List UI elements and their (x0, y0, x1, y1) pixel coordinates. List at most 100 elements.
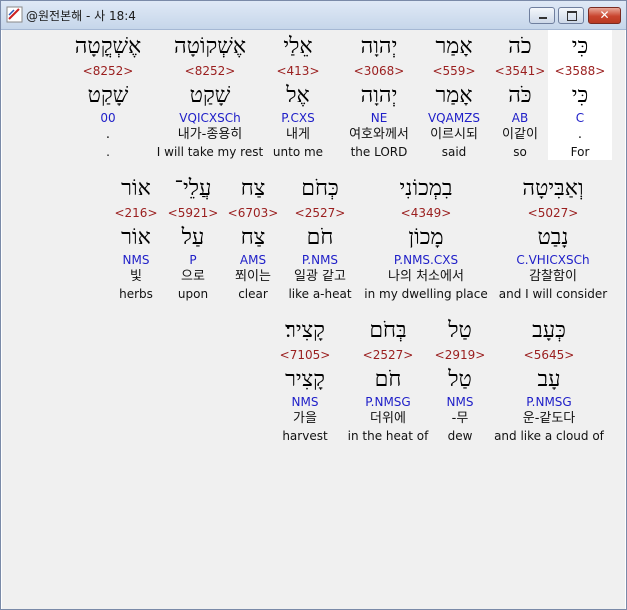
word-cell[interactable]: כְּעָב <5645> עָב P.NMSG 운-같도다 and like … (489, 314, 609, 444)
korean-gloss: 더위에 (370, 411, 406, 426)
korean-gloss: 빛 (130, 269, 142, 284)
lexical-form: עַל (181, 225, 205, 250)
korean-gloss: 운-같도다 (522, 411, 576, 426)
strong-number[interactable]: <2527> (344, 346, 432, 364)
hebrew-word: יְהוָה (360, 34, 398, 59)
strong-number[interactable]: <5027> (494, 204, 612, 222)
maximize-button[interactable] (558, 7, 584, 24)
word-cell[interactable]: וְאַבִּיטָה <5027> נָבַט C.VHICXSCh 감찰함이… (494, 172, 612, 302)
hebrew-word: כְּעָב (532, 318, 566, 343)
morphology-code: NMS (291, 395, 319, 409)
hebrew-word: אֶשְׁקֳטָה (74, 34, 142, 59)
morphology-code: P.NMSG (365, 395, 411, 409)
word-cell[interactable]: טַל <2919> טַל NMS -무 dew (427, 314, 493, 444)
word-cell[interactable]: כִּי <3588> כִּי C . For (548, 30, 612, 160)
strong-number[interactable]: <6703> (221, 204, 285, 222)
word-cell[interactable]: עֲלֵי־ <5921> עַל P 으로 upon (159, 172, 227, 302)
english-gloss: . (106, 145, 110, 159)
strong-number[interactable]: <3588> (548, 62, 612, 80)
korean-gloss: 나의 처소에서 (388, 269, 464, 284)
morphology-code: P.NMSG (526, 395, 572, 409)
strong-number[interactable]: <7105> (269, 346, 341, 364)
morphology-code: C.VHICXSCh (516, 253, 590, 267)
lexical-form: כִּי (571, 83, 589, 108)
strong-number[interactable]: <216> (107, 204, 165, 222)
morphology-code: NMS (122, 253, 150, 267)
korean-gloss: 감찰함이 (529, 269, 577, 284)
strong-number[interactable]: <2527> (275, 204, 365, 222)
english-gloss: and I will consider (498, 287, 608, 301)
english-gloss: in the heat of (347, 429, 429, 443)
word-cell[interactable]: צַח <6703> צַח AMS 쬐이는 clear (221, 172, 285, 302)
hebrew-word: כִּי (571, 34, 589, 59)
lexical-form: קָצִיר (285, 367, 325, 392)
strong-number[interactable]: <5645> (489, 346, 609, 364)
lexical-form: חֹם (306, 225, 334, 250)
word-cell[interactable]: בְּחֹם <2527> חֹם P.NMSG 더위에 in the heat… (344, 314, 432, 444)
lexical-form: שָׁקַט (189, 83, 231, 108)
word-cell[interactable]: יְהוָה <3068> יְהוָה NE 여호와께서 the LORD (332, 30, 426, 160)
word-cell[interactable]: אֵלַי <413> אֶל P.CXS 내게 unto me (258, 30, 338, 160)
english-gloss: unto me (272, 145, 324, 159)
morphology-code: P (189, 253, 197, 267)
hebrew-word: אֶשְׁקוֹטָה (173, 34, 247, 59)
strong-number[interactable]: <5921> (159, 204, 227, 222)
minimize-button[interactable] (529, 7, 555, 24)
english-gloss: I will take my rest (156, 145, 264, 159)
hebrew-word: כְּחֹם (301, 176, 339, 201)
lexical-form: אֶל (286, 83, 310, 108)
interlinear-view[interactable]: כִּי <3588> כִּי C . For כֹה <3541> כֹּה… (2, 30, 625, 609)
morphology-code: AMS (239, 253, 267, 267)
korean-gloss: 일광 같고 (294, 269, 346, 284)
close-button[interactable]: ✕ (588, 7, 621, 24)
window-title: @원전본해 - 사 18:4 (26, 9, 136, 23)
lexical-form: נָבַט (537, 225, 569, 250)
english-gloss: upon (177, 287, 209, 301)
hebrew-word: אֵלַי (283, 34, 313, 59)
morphology-code: 00 (100, 111, 116, 125)
english-gloss: herbs (119, 287, 153, 301)
hebrew-word: בְּחֹם (369, 318, 407, 343)
lexical-form: אוֹר (121, 225, 151, 250)
lexical-form: טַל (448, 367, 472, 392)
app-icon (6, 6, 23, 23)
word-cell[interactable]: בִמְכוֹנִי <4349> מָכוֹן P.NMS.CXS 나의 처소… (363, 172, 489, 302)
strong-number[interactable]: <8252> (151, 62, 269, 80)
korean-gloss: 내가-종용히 (177, 127, 243, 142)
strong-number[interactable]: <3068> (332, 62, 426, 80)
korean-gloss: 내게 (286, 127, 310, 142)
morphology-code: NMS (446, 395, 474, 409)
english-gloss: clear (238, 287, 268, 301)
morphology-code: C (575, 111, 585, 125)
korean-gloss: 으로 (181, 269, 205, 284)
word-cell[interactable]: כְּחֹם <2527> חֹם P.NMS 일광 같고 like a-hea… (275, 172, 365, 302)
strong-number[interactable]: <4349> (363, 204, 489, 222)
english-gloss: For (570, 145, 590, 159)
hebrew-word: טַל (448, 318, 472, 343)
english-gloss: the LORD (350, 145, 408, 159)
lexical-form: עָב (537, 367, 561, 392)
app-window: @원전본해 - 사 18:4 ✕ כִּי <3588> כִּי C . Fo… (0, 0, 627, 610)
english-gloss: harvest (282, 429, 328, 443)
korean-gloss: . (105, 127, 111, 142)
word-cell[interactable]: קָצִיר׃ <7105> קָצִיר NMS 가을 harvest (269, 314, 341, 444)
word-cell[interactable]: אֶשְׁקוֹטָה <8252> שָׁקַט VQICXSCh 내가-종용… (151, 30, 269, 160)
strong-number[interactable]: <2919> (427, 346, 493, 364)
lexical-form: מָכוֹן (408, 225, 444, 250)
lexical-form: יְהוָה (360, 83, 398, 108)
lexical-form: חֹם (374, 367, 402, 392)
word-cell[interactable]: אֶשְׁקֳטָה <8252> שָׁקַט 00 . . (65, 30, 151, 160)
korean-gloss: 여호와께서 (349, 127, 409, 142)
english-gloss: and like a cloud of (494, 429, 604, 443)
morphology-code: P.NMS.CXS (393, 253, 459, 267)
strong-number[interactable]: <8252> (65, 62, 151, 80)
title-bar[interactable]: @원전본해 - 사 18:4 ✕ (1, 1, 626, 30)
strong-number[interactable]: <413> (258, 62, 338, 80)
hebrew-word: צַח (240, 176, 266, 201)
hebrew-word: בִמְכוֹנִי (399, 176, 453, 201)
close-icon: ✕ (599, 8, 610, 22)
morphology-code: VQICXSCh (179, 111, 241, 125)
word-cell[interactable]: אוֹר <216> אוֹר NMS 빛 herbs (107, 172, 165, 302)
korean-gloss: . (577, 127, 583, 142)
english-gloss: dew (447, 429, 473, 443)
